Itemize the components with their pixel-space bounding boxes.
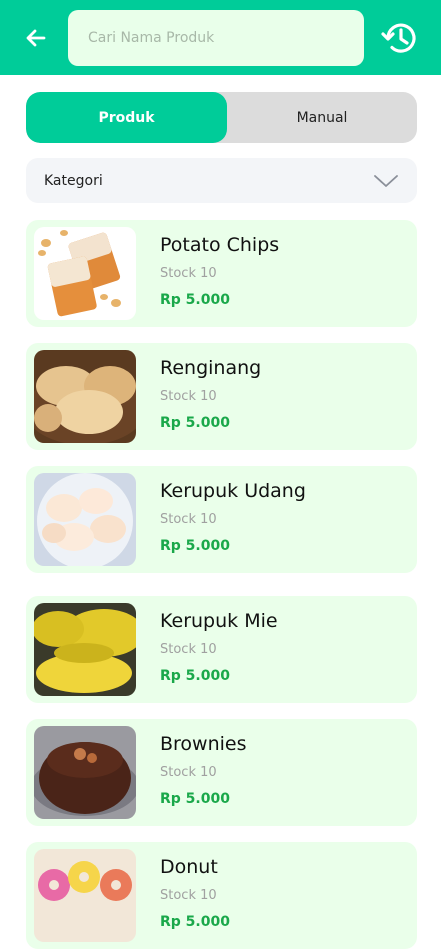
chevron-down-icon (374, 174, 398, 187)
product-name: Kerupuk Mie (160, 610, 278, 632)
search-input[interactable] (68, 10, 364, 66)
tab-manual[interactable]: Manual (227, 92, 417, 143)
product-stock: Stock 10 (160, 266, 217, 281)
product-name: Donut (160, 856, 218, 878)
donut-photo (34, 849, 136, 942)
product-stock: Stock 10 (160, 389, 217, 404)
product-price: Rp 5.000 (160, 538, 230, 554)
product-card[interactable]: Kerupuk Mie Stock 10 Rp 5.000 (26, 596, 417, 703)
kerupuk-udang-photo (34, 473, 136, 566)
brownies-photo (34, 726, 136, 819)
mode-tabs: Produk Manual (26, 92, 417, 143)
product-price: Rp 5.000 (160, 668, 230, 684)
renginang-photo (34, 350, 136, 443)
potato-chips-photo (34, 227, 136, 320)
category-label: Kategori (44, 172, 103, 189)
product-card[interactable]: Potato Chips Stock 10 Rp 5.000 (26, 220, 417, 327)
product-name: Kerupuk Udang (160, 480, 306, 502)
product-stock: Stock 10 (160, 765, 217, 780)
product-card[interactable]: Kerupuk Udang Stock 10 Rp 5.000 (26, 466, 417, 573)
tab-produk[interactable]: Produk (26, 92, 227, 143)
product-card[interactable]: Donut Stock 10 Rp 5.000 (26, 842, 417, 949)
product-name: Brownies (160, 733, 247, 755)
category-dropdown[interactable]: Kategori (26, 158, 417, 203)
history-button[interactable] (378, 16, 422, 60)
product-card[interactable]: Renginang Stock 10 Rp 5.000 (26, 343, 417, 450)
kerupuk-mie-photo (34, 603, 136, 696)
history-clock-icon (381, 23, 416, 53)
product-price: Rp 5.000 (160, 292, 230, 308)
product-price: Rp 5.000 (160, 415, 230, 431)
product-price: Rp 5.000 (160, 791, 230, 807)
product-name: Potato Chips (160, 234, 280, 256)
product-stock: Stock 10 (160, 888, 217, 903)
product-card[interactable]: Brownies Stock 10 Rp 5.000 (26, 719, 417, 826)
product-stock: Stock 10 (160, 642, 217, 657)
product-name: Renginang (160, 357, 262, 379)
product-price: Rp 5.000 (160, 914, 230, 930)
arrow-left-icon (26, 29, 46, 47)
app-header (0, 0, 441, 75)
product-stock: Stock 10 (160, 512, 217, 527)
back-button[interactable] (20, 22, 52, 54)
